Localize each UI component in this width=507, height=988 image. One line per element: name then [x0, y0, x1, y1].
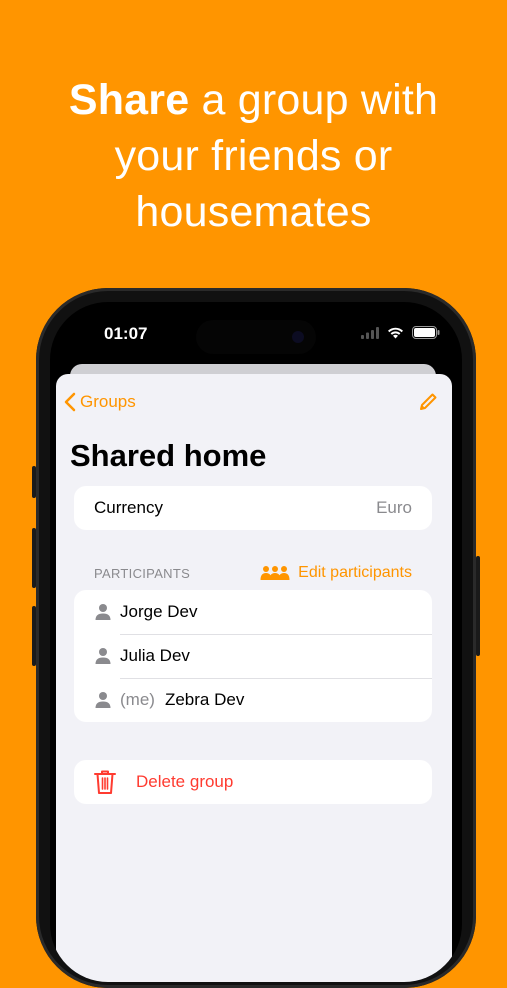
- phone-screen: 01:07 Groups Shared home Currency Euro P…: [50, 302, 462, 982]
- edit-participants-label: Edit participants: [298, 564, 412, 581]
- promo-headline: Share a group with your friends or house…: [0, 72, 507, 240]
- signal-icon: [361, 326, 379, 339]
- phone-side-button-right: [476, 556, 480, 656]
- currency-value: Euro: [376, 498, 412, 517]
- delete-group-button[interactable]: Delete group: [74, 760, 432, 804]
- currency-row[interactable]: Currency Euro: [74, 486, 432, 530]
- chevron-left-icon: [64, 392, 76, 412]
- phone-side-button-left-3: [32, 606, 36, 666]
- phone-side-button-left-2: [32, 528, 36, 588]
- participants-list: Jorge Dev Julia Dev (me) Zebra Dev: [74, 590, 432, 722]
- currency-label: Currency: [94, 498, 163, 517]
- person-icon: [95, 692, 111, 708]
- pencil-icon: [420, 393, 437, 410]
- headline-line-3: housemates: [135, 188, 372, 236]
- participant-row[interactable]: (me) Zebra Dev: [74, 678, 432, 722]
- person-icon: [95, 604, 111, 620]
- participant-row[interactable]: Julia Dev: [74, 634, 432, 678]
- headline-line-1-rest: a group with: [189, 76, 439, 124]
- participant-name: Jorge Dev: [120, 602, 198, 621]
- group-detail-sheet: Groups Shared home Currency Euro PARTICI…: [56, 374, 452, 982]
- edit-group-button[interactable]: [418, 392, 438, 417]
- trash-icon: [94, 770, 116, 794]
- dynamic-island: [196, 320, 316, 354]
- participants-header: PARTICIPANTS: [94, 566, 191, 581]
- camera-icon: [292, 331, 304, 343]
- headline-line-1: Share a group with: [0, 72, 507, 128]
- edit-participants-button[interactable]: Edit participants: [260, 564, 412, 582]
- participant-name: Julia Dev: [120, 646, 190, 665]
- participant-me-tag: (me): [120, 690, 155, 709]
- delete-group-card: Delete group: [74, 760, 432, 804]
- phone-side-button-left-1: [32, 466, 36, 498]
- status-icons: [361, 326, 440, 339]
- status-time: 01:07: [104, 324, 148, 343]
- wifi-icon: [388, 327, 403, 339]
- person-icon: [95, 648, 111, 664]
- headline-bold-word: Share: [68, 76, 190, 124]
- currency-card: Currency Euro: [74, 486, 432, 530]
- back-button[interactable]: Groups: [64, 392, 136, 412]
- participant-name: Zebra Dev: [164, 690, 245, 709]
- delete-group-label: Delete group: [136, 772, 234, 791]
- people-group-icon: [260, 566, 290, 580]
- battery-icon: [412, 326, 440, 339]
- headline-line-2: your friends or: [114, 132, 393, 180]
- back-button-label: Groups: [80, 392, 136, 411]
- participant-row[interactable]: Jorge Dev: [74, 590, 432, 634]
- group-title: Shared home: [70, 438, 267, 473]
- phone-frame: 01:07 Groups Shared home Currency Euro P…: [32, 288, 480, 988]
